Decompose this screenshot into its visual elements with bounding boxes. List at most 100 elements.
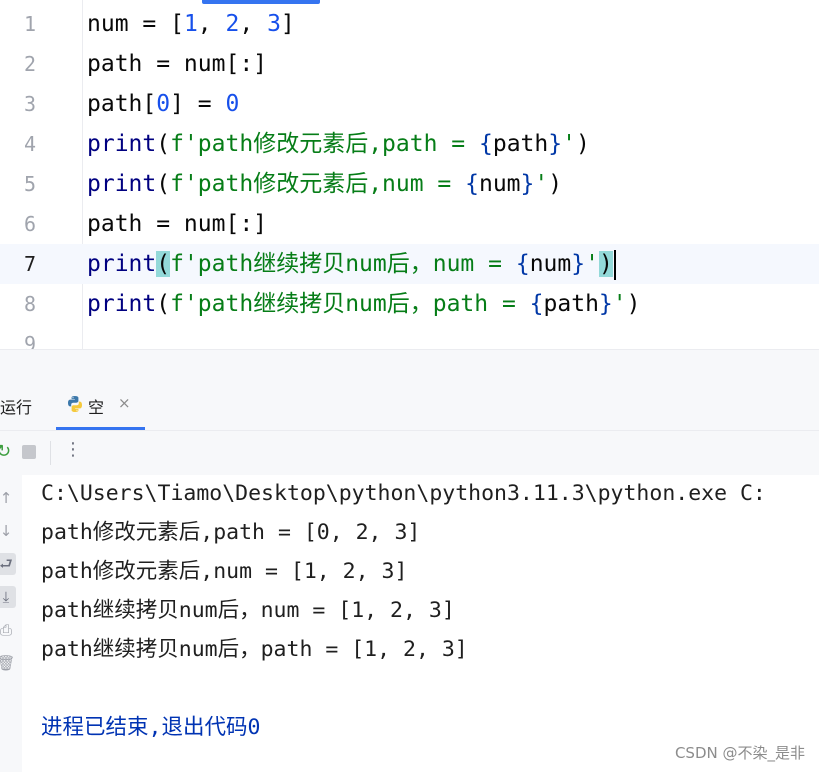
line-number: 7 bbox=[23, 252, 36, 276]
code-line[interactable]: 9 bbox=[0, 324, 819, 350]
code-line[interactable]: 3 path[0] = 0 bbox=[0, 84, 819, 124]
console-line: C:\Users\Tiamo\Desktop\python\python3.11… bbox=[41, 481, 766, 506]
run-panel-title: 运行 bbox=[0, 398, 33, 417]
run-tab-label: 空 bbox=[88, 398, 105, 417]
console-line: path修改元素后,num = [1, 2, 3] bbox=[41, 559, 408, 584]
code-token: } bbox=[548, 131, 563, 157]
console-output[interactable]: C:\Users\Tiamo\Desktop\python\python3.11… bbox=[22, 475, 819, 772]
code-token: print bbox=[87, 291, 157, 317]
code-token: path = num[:] bbox=[87, 211, 268, 237]
code-token: 0 bbox=[225, 91, 240, 117]
code-token: ' bbox=[562, 131, 576, 157]
code-token: num bbox=[529, 251, 572, 277]
print-icon[interactable]: ⎙ bbox=[0, 619, 16, 641]
code-token: f'path继续拷贝num后，num = bbox=[170, 251, 516, 277]
line-number: 4 bbox=[23, 132, 36, 156]
soft-wrap-icon[interactable]: ⮐ bbox=[0, 553, 16, 575]
code-token: print bbox=[87, 171, 157, 197]
code-text: print(f'path修改元素后,path = {path}') bbox=[87, 124, 590, 164]
rerun-icon[interactable]: ↻ bbox=[0, 441, 11, 463]
code-token: { bbox=[465, 171, 479, 197]
toolbar-separator bbox=[50, 441, 51, 465]
run-toolbar: ↻ ⋮ bbox=[0, 431, 819, 475]
code-token: ( bbox=[156, 171, 171, 197]
code-token: path bbox=[492, 131, 549, 157]
matched-bracket: ( bbox=[156, 251, 171, 277]
code-token: ) bbox=[548, 171, 563, 197]
code-line[interactable]: 1 num = [1, 2, 3] bbox=[0, 4, 819, 44]
code-text: path[0] = 0 bbox=[87, 84, 239, 124]
code-token: ] bbox=[280, 11, 295, 37]
code-text: print(f'path继续拷贝num后，num = {num}') bbox=[87, 244, 616, 284]
console-line: path继续拷贝num后，path = [1, 2, 3] bbox=[41, 637, 468, 662]
more-options-icon[interactable]: ⋮ bbox=[64, 439, 82, 460]
code-editor[interactable]: 1 num = [1, 2, 3] 2 path = num[:] 3 path[0] =… bbox=[0, 0, 819, 350]
code-token: ) bbox=[626, 291, 641, 317]
code-token: num = [ bbox=[87, 11, 184, 37]
code-text: print(f'path修改元素后,num = {num}') bbox=[87, 164, 562, 204]
line-number: 1 bbox=[23, 12, 36, 36]
code-token: { bbox=[515, 251, 530, 277]
down-arrow-icon[interactable]: ↓ bbox=[0, 520, 16, 542]
code-token: ' bbox=[534, 171, 549, 197]
code-token: num bbox=[478, 171, 521, 197]
watermark: CSDN @不染_是非 bbox=[674, 744, 805, 762]
scroll-to-end-icon[interactable]: ⤓ bbox=[0, 586, 16, 608]
code-token: 1 bbox=[183, 11, 198, 37]
code-token: { bbox=[529, 291, 544, 317]
code-token: f'path修改元素后,path = bbox=[170, 131, 479, 157]
code-token: path = num[:] bbox=[87, 51, 268, 77]
code-text: path = num[:] bbox=[87, 44, 267, 84]
code-token: f'path继续拷贝num后，path = bbox=[170, 291, 530, 317]
code-token: ' bbox=[612, 291, 627, 317]
close-icon[interactable]: × bbox=[118, 394, 131, 412]
code-line[interactable]: 2 path = num[:] bbox=[0, 44, 819, 84]
code-token: ' bbox=[585, 251, 599, 277]
panel-splitter[interactable] bbox=[0, 350, 819, 380]
code-token: 2 bbox=[225, 11, 240, 37]
code-token: print bbox=[87, 131, 157, 157]
line-number: 9 bbox=[23, 332, 36, 350]
console-line: path继续拷贝num后，num = [1, 2, 3] bbox=[41, 598, 455, 623]
code-token: 0 bbox=[156, 91, 171, 117]
code-token: ( bbox=[156, 291, 171, 317]
code-token: ) bbox=[575, 131, 590, 157]
up-arrow-icon[interactable]: ↑ bbox=[0, 487, 16, 509]
exit-message: 进程已结束,退出代码0 bbox=[41, 715, 261, 740]
code-token: , bbox=[239, 11, 268, 37]
line-number: 3 bbox=[23, 92, 36, 116]
line-number: 6 bbox=[23, 212, 36, 236]
code-token: } bbox=[571, 251, 586, 277]
code-token: } bbox=[520, 171, 535, 197]
code-token: print bbox=[87, 251, 157, 277]
code-token: f'path修改元素后,num = bbox=[170, 171, 466, 197]
code-token: ( bbox=[156, 131, 171, 157]
code-text: path = num[:] bbox=[87, 204, 267, 244]
console-line: path修改元素后,path = [0, 2, 3] bbox=[41, 520, 421, 545]
trash-icon[interactable]: 🗑 bbox=[0, 652, 16, 674]
code-token: path[ bbox=[87, 91, 157, 117]
line-number: 5 bbox=[23, 172, 36, 196]
code-line[interactable]: 4 print(f'path修改元素后,path = {path}') bbox=[0, 124, 819, 164]
code-token: , bbox=[197, 11, 226, 37]
run-tab[interactable]: 空 × bbox=[56, 380, 145, 430]
code-token: { bbox=[478, 131, 493, 157]
python-icon bbox=[68, 396, 82, 412]
code-line[interactable]: 6 path = num[:] bbox=[0, 204, 819, 244]
code-text: num = [1, 2, 3] bbox=[87, 4, 295, 44]
code-token: 3 bbox=[267, 11, 281, 37]
code-token: ] = bbox=[170, 91, 226, 117]
code-token: path bbox=[543, 291, 599, 317]
code-token: } bbox=[598, 291, 613, 317]
active-tab-underline bbox=[56, 427, 145, 430]
code-text: print(f'path继续拷贝num后，path = {path}') bbox=[87, 284, 641, 324]
stop-icon[interactable] bbox=[22, 445, 36, 459]
code-line[interactable]: 8 print(f'path继续拷贝num后，path = {path}') bbox=[0, 284, 819, 324]
run-panel-header: 运行 空 × bbox=[0, 380, 819, 431]
console-side-toolbar: ↑ ↓ ⮐ ⤓ ⎙ 🗑 bbox=[0, 475, 22, 772]
code-line[interactable]: 5 print(f'path修改元素后,num = {num}') bbox=[0, 164, 819, 204]
code-line[interactable]: 7 print(f'path继续拷贝num后，num = {num}') bbox=[0, 244, 819, 284]
line-number: 8 bbox=[23, 292, 36, 316]
line-number: 2 bbox=[23, 52, 36, 76]
matched-bracket: ) bbox=[598, 251, 613, 277]
